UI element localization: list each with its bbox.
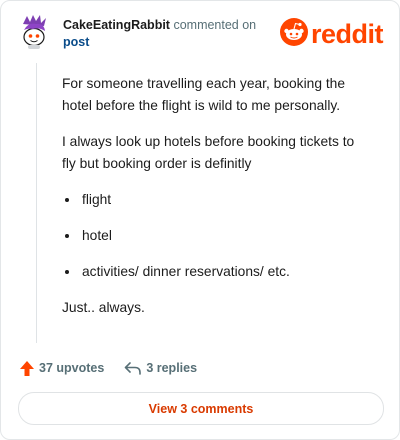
- comment-actions: 37 upvotes 3 replies: [19, 358, 197, 378]
- author-username[interactable]: CakeEatingRabbit: [63, 18, 170, 32]
- upvote-button[interactable]: 37 upvotes: [19, 360, 104, 377]
- comment-paragraph: Just.. always.: [62, 300, 145, 315]
- comment-paragraph: For someone travelling each year, bookin…: [62, 76, 346, 113]
- user-avatar-icon[interactable]: [19, 15, 53, 49]
- replies-button[interactable]: 3 replies: [124, 361, 197, 375]
- comment-paragraph: I always look up hotels before booking t…: [62, 134, 355, 171]
- reddit-brand[interactable]: reddit: [279, 17, 384, 51]
- view-comments-button[interactable]: View 3 comments: [18, 392, 384, 425]
- list-item: flight: [80, 189, 362, 211]
- reddit-wordmark: reddit: [310, 19, 384, 49]
- reply-count: 3 replies: [146, 361, 198, 375]
- list-item: hotel: [80, 225, 362, 247]
- thread-line: [36, 63, 37, 343]
- post-link[interactable]: post: [63, 34, 89, 51]
- comment-card: CakeEatingRabbit commented on post reddi…: [0, 0, 400, 440]
- reddit-snoo-logo-icon: [279, 17, 308, 51]
- comment-action-text: commented on: [173, 18, 257, 32]
- upvote-count: 37 upvotes: [39, 361, 105, 375]
- booking-order-list: flight hotel activities/ dinner reservat…: [62, 189, 362, 283]
- upvote-arrow-icon: [19, 360, 35, 377]
- comment-meta: CakeEatingRabbit commented on: [63, 17, 256, 34]
- list-item: activities/ dinner reservations/ etc.: [80, 261, 362, 283]
- comment-header: CakeEatingRabbit commented on post reddi…: [17, 15, 384, 55]
- comment-body: For someone travelling each year, bookin…: [62, 73, 362, 333]
- reply-arrow-icon: [124, 361, 142, 375]
